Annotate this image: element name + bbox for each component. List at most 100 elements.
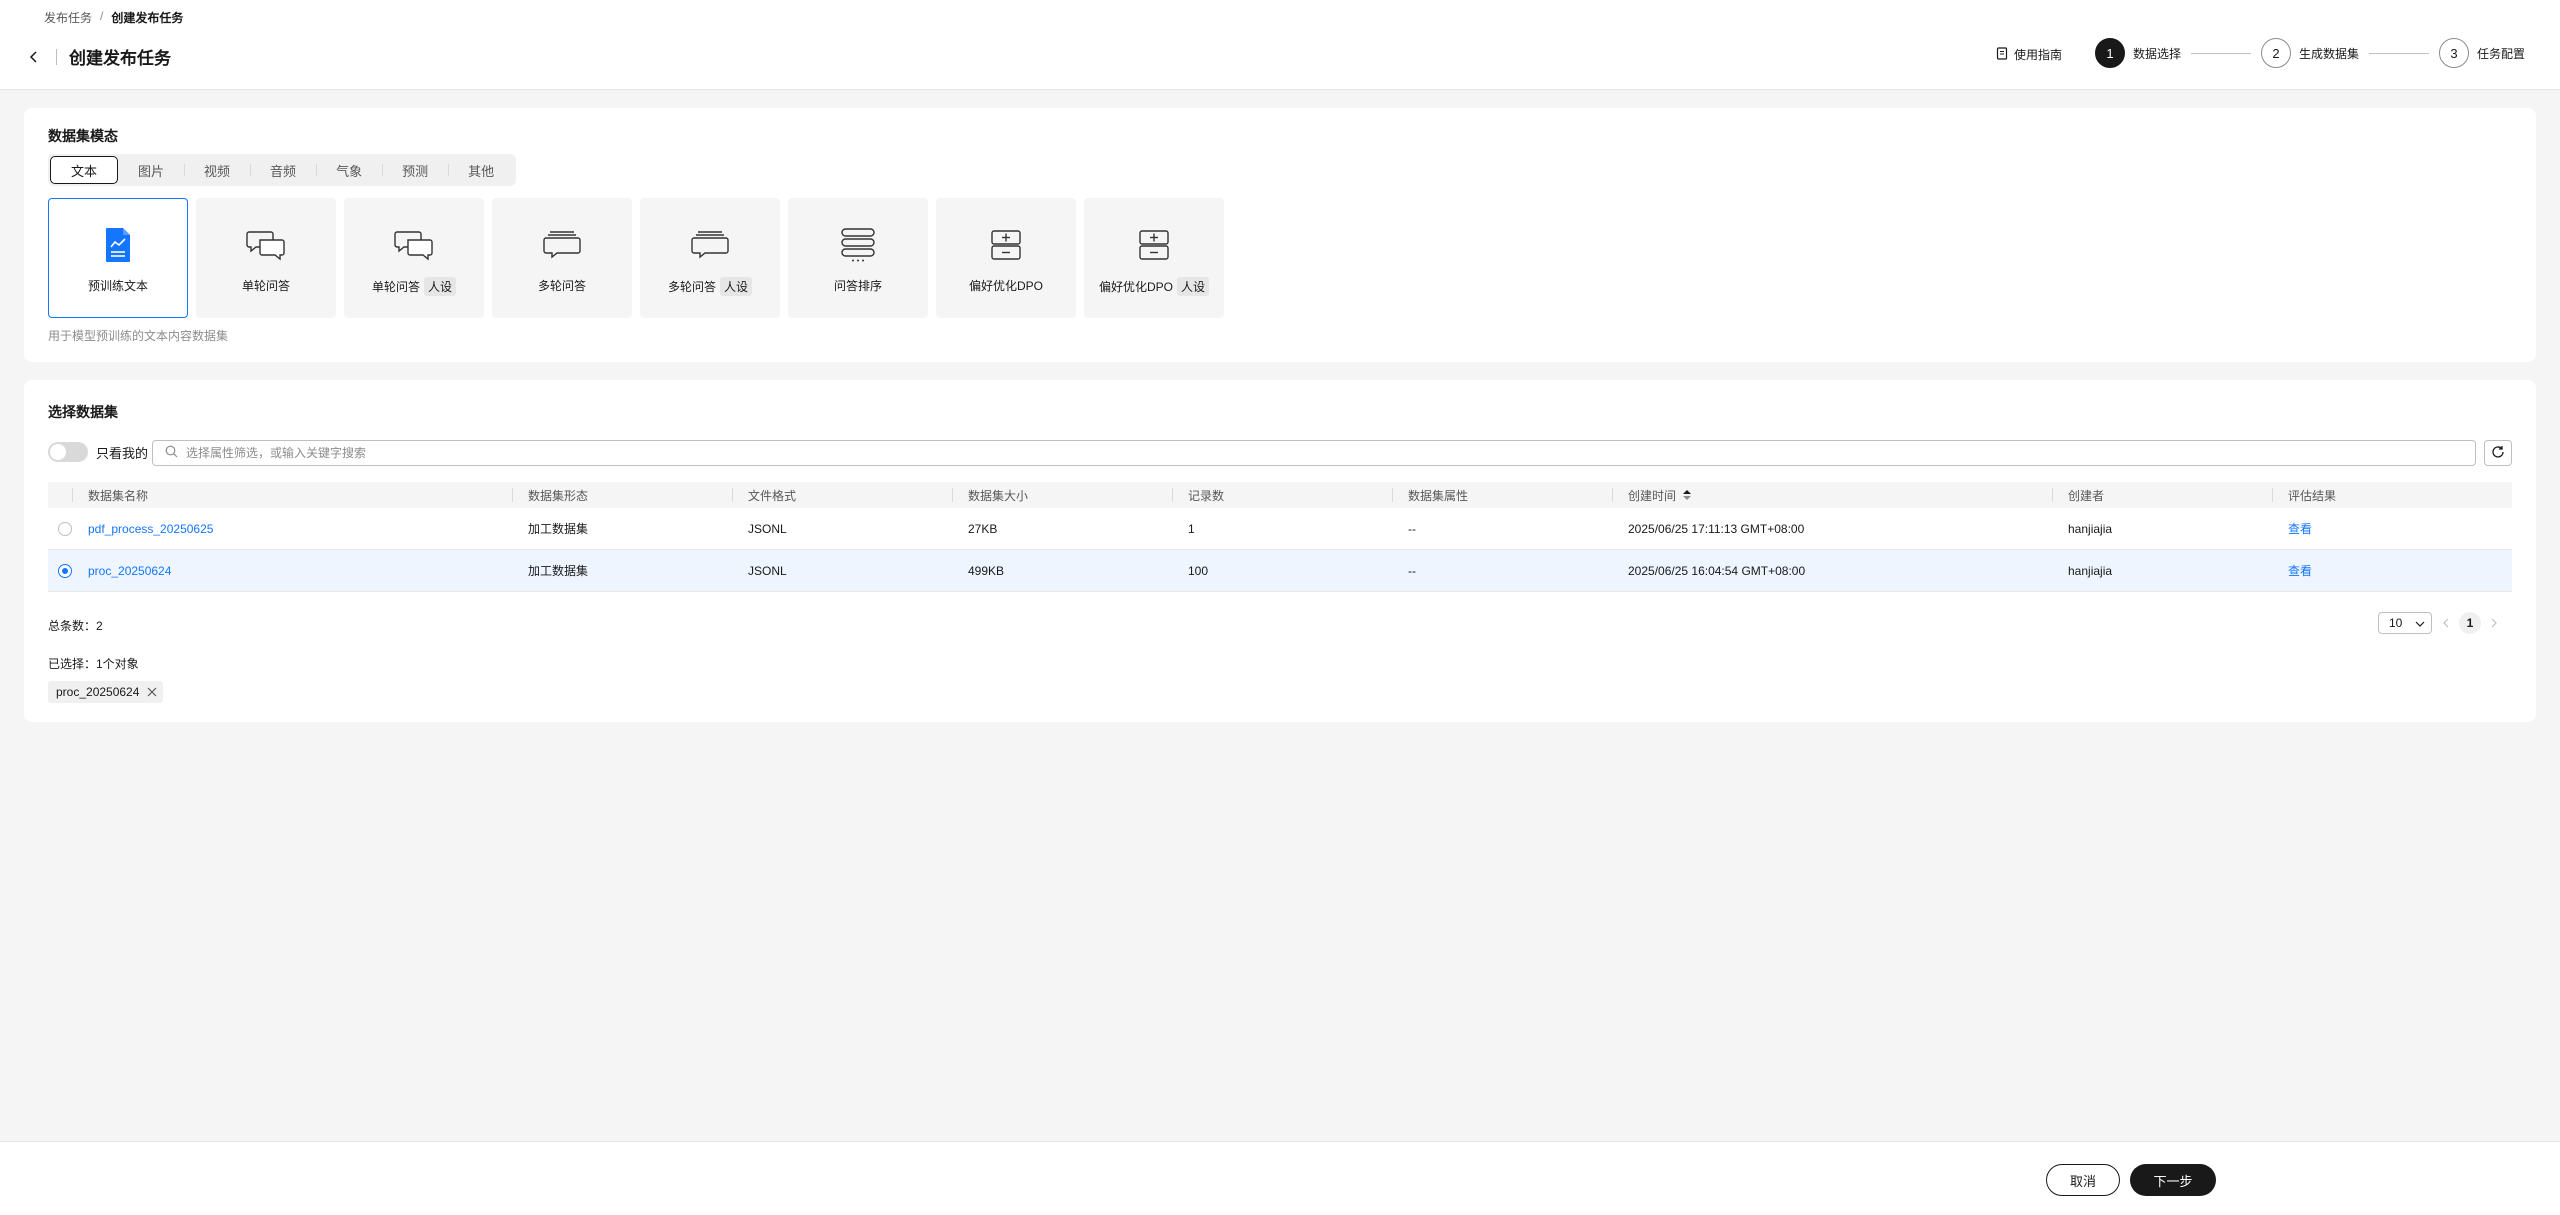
breadcrumb: 发布任务 / 创建发布任务 (44, 9, 183, 26)
type-single-qa[interactable]: 单轮问答 (196, 198, 336, 318)
column-header-created-time[interactable]: 创建时间 (1612, 482, 2052, 508)
step-label: 数据选择 (2133, 46, 2182, 61)
eval-cell: 查看 (2272, 550, 2492, 591)
modality-description: 用于模型预训练的文本内容数据集 (48, 329, 229, 343)
refresh-button[interactable] (2484, 440, 2512, 466)
created-time-cell: 2025/06/25 17:11:13 GMT+08:00 (1628, 521, 1805, 536)
prev-page-icon[interactable] (2442, 618, 2449, 628)
view-eval-link[interactable]: 查看 (2288, 562, 2312, 579)
chevron-down-icon (2415, 616, 2425, 630)
tab-text[interactable]: 文本 (50, 156, 119, 184)
step-indicator: 1 数据选择 2 生成数据集 3 任务配置 (2095, 38, 2525, 68)
only-mine-label: 只看我的 (96, 445, 149, 461)
column-header: 数据集属性 (1392, 482, 1612, 508)
tab-image[interactable]: 图片 (118, 156, 184, 184)
breadcrumb-separator: / (100, 9, 104, 23)
tab-audio[interactable]: 音频 (250, 156, 316, 184)
breadcrumb-current: 创建发布任务 (111, 11, 184, 25)
page-number[interactable]: 1 (2459, 612, 2481, 634)
created-time-cell: 2025/06/25 16:04:54 GMT+08:00 (1628, 563, 1806, 578)
title-divider (56, 48, 57, 65)
step-connector (2191, 52, 2252, 54)
refresh-icon (2491, 445, 2505, 462)
dataset-section-title: 选择数据集 (48, 404, 118, 420)
title-row: 创建发布任务 (26, 44, 171, 69)
type-pretrain-text[interactable]: 预训练文本 (48, 198, 188, 318)
search-box (152, 440, 2476, 466)
step-task-config: 3 任务配置 (2439, 38, 2525, 68)
type-label: 多轮问答 人设 (668, 277, 753, 296)
type-qa-ranking[interactable]: 问答排序 (788, 198, 928, 318)
column-header: 记录数 (1172, 482, 1392, 508)
page-size-select[interactable]: 10 (2378, 612, 2432, 634)
cancel-button[interactable]: 取消 (2046, 1164, 2120, 1196)
stacked-chat-icon (542, 225, 582, 265)
dataset-section: 选择数据集 只看我的 数据集名称 数据集形态 文件格式 数据集大小 记录数 数据… (24, 380, 2536, 722)
selected-count: 已选择：1个对象 (48, 657, 139, 671)
breadcrumb-parent[interactable]: 发布任务 (44, 9, 92, 26)
user-guide-link[interactable]: 使用指南 (1996, 46, 2062, 63)
type-label: 偏好优化DPO (968, 279, 1043, 293)
step-generate-dataset: 2 生成数据集 (2261, 38, 2359, 68)
table-row[interactable]: pdf_process_20250625 加工数据集 JSONL 27KB 1 … (48, 508, 2512, 550)
dataset-name-link[interactable]: proc_20250624 (88, 564, 171, 578)
chat-bubbles-icon (394, 225, 434, 265)
type-multi-qa[interactable]: 多轮问答 (492, 198, 632, 318)
search-input[interactable] (186, 446, 2475, 460)
next-page-icon[interactable] (2491, 618, 2498, 628)
dataset-form-cell: 加工数据集 (528, 564, 589, 578)
tab-video[interactable]: 视频 (184, 156, 250, 184)
type-label: 预训练文本 (87, 279, 148, 293)
column-header: 数据集形态 (512, 482, 732, 508)
sort-icon[interactable] (1682, 489, 1692, 501)
user-guide-label: 使用指南 (2014, 48, 2063, 62)
dataset-name-link[interactable]: pdf_process_20250625 (88, 522, 213, 536)
type-label: 问答排序 (833, 279, 882, 293)
dataset-attr-cell: -- (1408, 521, 1416, 536)
persona-tag: 人设 (424, 277, 457, 296)
row-select-cell (48, 508, 72, 549)
table-header: 数据集名称 数据集形态 文件格式 数据集大小 记录数 数据集属性 创建时间 创建… (48, 482, 2512, 508)
table-row[interactable]: proc_20250624 加工数据集 JSONL 499KB 100 -- 2… (48, 550, 2512, 592)
tab-forecast[interactable]: 预测 (382, 156, 448, 184)
chat-bubbles-icon (246, 225, 286, 265)
type-preference-dpo-persona[interactable]: 偏好优化DPO 人设 (1084, 198, 1224, 318)
step-label: 任务配置 (2477, 46, 2526, 61)
modality-tabs: 文本 图片 视频 音频 气象 预测 其他 (48, 154, 517, 186)
document-icon (1996, 46, 2008, 63)
type-label: 多轮问答 (537, 279, 586, 293)
plus-minus-box-icon (1134, 225, 1174, 265)
back-arrow-icon[interactable] (26, 49, 42, 65)
row-radio[interactable] (58, 563, 72, 578)
stacked-chat-icon (690, 225, 730, 265)
creator-cell: hanjiajia (2068, 563, 2113, 578)
next-step-button[interactable]: 下一步 (2130, 1164, 2216, 1196)
type-label: 偏好优化DPO 人设 (1099, 277, 1210, 296)
row-select-cell (48, 550, 72, 591)
view-eval-link[interactable]: 查看 (2288, 520, 2312, 537)
file-format-cell: JSONL (748, 521, 787, 536)
tab-other[interactable]: 其他 (448, 156, 514, 184)
tab-weather[interactable]: 气象 (316, 156, 382, 184)
type-single-qa-persona[interactable]: 单轮问答 人设 (344, 198, 484, 318)
page-size-value: 10 (2389, 616, 2403, 630)
modality-section: 数据集模态 文本 图片 视频 音频 气象 预测 其他 预训练文本 单轮问答 单轮… (24, 108, 2536, 362)
column-header: 评估结果 (2272, 482, 2492, 508)
plus-minus-box-icon (986, 225, 1026, 265)
document-chart-icon (98, 225, 138, 265)
close-icon[interactable] (147, 687, 157, 697)
row-radio[interactable] (58, 521, 72, 536)
type-multi-qa-persona[interactable]: 多轮问答 人设 (640, 198, 780, 318)
type-preference-dpo[interactable]: 偏好优化DPO (936, 198, 1076, 318)
only-mine-toggle-row: 只看我的 (48, 442, 148, 462)
chip-label: proc_20250624 (56, 685, 140, 699)
type-label: 单轮问答 人设 (372, 277, 457, 296)
creator-cell: hanjiajia (2068, 521, 2113, 536)
column-header: 创建者 (2052, 482, 2272, 508)
step-number: 2 (2261, 38, 2292, 68)
only-mine-switch[interactable] (48, 442, 88, 462)
step-number: 1 (2095, 38, 2125, 68)
type-label: 单轮问答 (241, 279, 290, 293)
dataset-name-cell: pdf_process_20250625 (72, 508, 512, 549)
record-count-cell: 1 (1188, 521, 1195, 536)
